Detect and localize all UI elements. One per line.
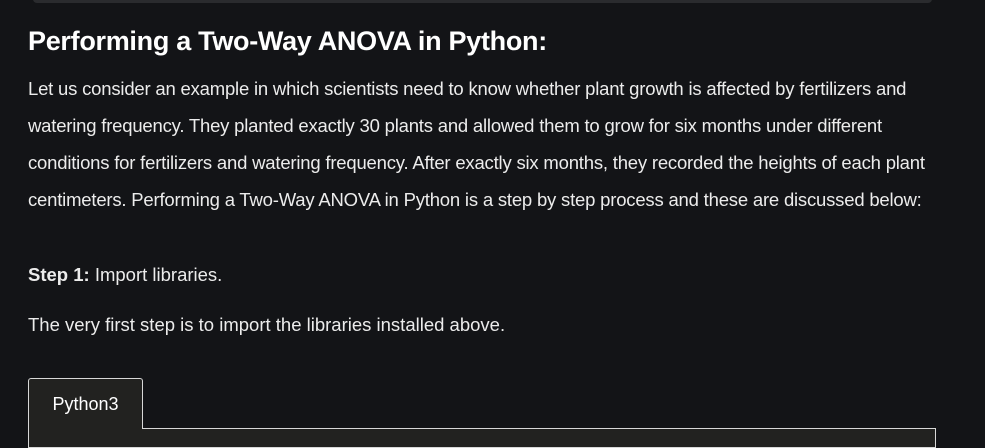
step-1: Step 1: Import libraries. xyxy=(28,260,222,290)
tab-label: Python3 xyxy=(52,393,119,414)
code-block xyxy=(28,428,936,448)
step-text: Import libraries. xyxy=(89,264,223,285)
intro-paragraph: Let us consider an example in which scie… xyxy=(28,78,925,210)
previous-code-block-edge xyxy=(33,0,932,3)
tab-python3[interactable]: Python3 xyxy=(28,378,143,429)
step-label: Step 1: xyxy=(28,264,90,285)
section-heading: Performing a Two-Way ANOVA in Python: xyxy=(28,26,547,56)
step-description: The very first step is to import the lib… xyxy=(28,314,506,335)
